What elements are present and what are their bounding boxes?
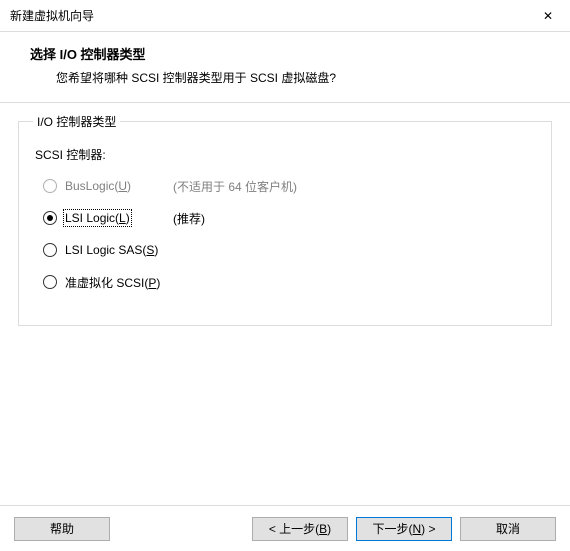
back-button[interactable]: < 上一步(B) [252, 517, 348, 541]
radio-icon [43, 211, 57, 225]
page-subtitle: 您希望将哪种 SCSI 控制器类型用于 SCSI 虚拟磁盘? [30, 69, 552, 86]
window-title: 新建虚拟机向导 [10, 7, 528, 24]
radio-lsilogicsas[interactable]: LSI Logic SAS(S) [43, 241, 537, 259]
titlebar: 新建虚拟机向导 ✕ [0, 0, 570, 32]
wizard-window: 新建虚拟机向导 ✕ 选择 I/O 控制器类型 您希望将哪种 SCSI 控制器类型… [0, 0, 570, 551]
wizard-footer: 帮助 < 上一步(B) 下一步(N) > 取消 [0, 505, 570, 551]
radio-pvscsi[interactable]: 准虚拟化 SCSI(P) [43, 273, 537, 291]
wizard-body: I/O 控制器类型 SCSI 控制器: BusLogic(U) (不适用于 64… [0, 103, 570, 505]
radio-icon [43, 243, 57, 257]
radio-label: LSI Logic(L) [65, 211, 173, 225]
next-button[interactable]: 下一步(N) > [356, 517, 452, 541]
radio-icon [43, 179, 57, 193]
radio-lsilogic[interactable]: LSI Logic(L) (推荐) [43, 209, 537, 227]
wizard-header: 选择 I/O 控制器类型 您希望将哪种 SCSI 控制器类型用于 SCSI 虚拟… [0, 32, 570, 103]
close-icon[interactable]: ✕ [528, 0, 568, 31]
controller-type-group: I/O 控制器类型 SCSI 控制器: BusLogic(U) (不适用于 64… [18, 113, 552, 326]
radio-label: 准虚拟化 SCSI(P) [65, 274, 173, 291]
radio-buslogic: BusLogic(U) (不适用于 64 位客户机) [43, 177, 537, 195]
radio-label: BusLogic(U) [65, 179, 173, 193]
cancel-button[interactable]: 取消 [460, 517, 556, 541]
radio-label: LSI Logic SAS(S) [65, 243, 173, 257]
radio-icon [43, 275, 57, 289]
radio-note: (推荐) [173, 210, 205, 227]
scsi-controller-label: SCSI 控制器: [35, 146, 537, 163]
group-legend: I/O 控制器类型 [33, 113, 120, 130]
help-button[interactable]: 帮助 [14, 517, 110, 541]
radio-note: (不适用于 64 位客户机) [173, 178, 297, 195]
page-title: 选择 I/O 控制器类型 [30, 44, 552, 63]
